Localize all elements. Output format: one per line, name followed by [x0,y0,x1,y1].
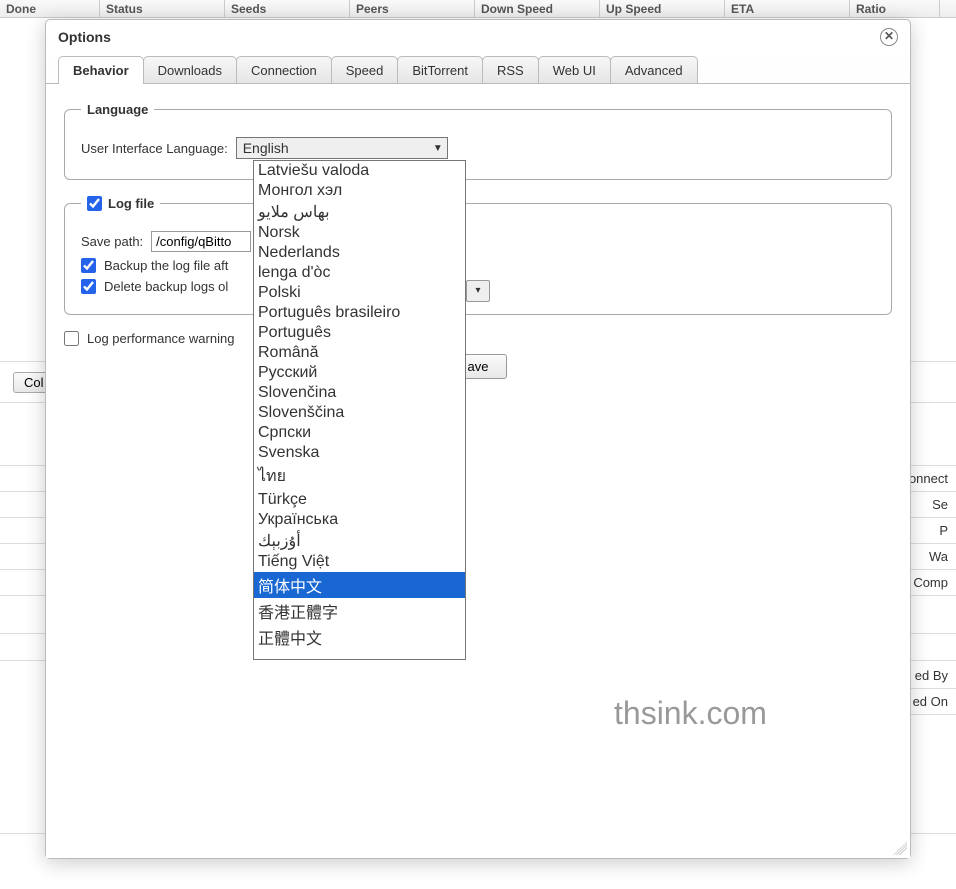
col-downspeed[interactable]: Down Speed [475,0,600,17]
save-path-input[interactable] [151,231,251,252]
logfile-enable-checkbox[interactable] [87,196,102,211]
language-option[interactable]: Српски [254,423,465,443]
tab-behavior[interactable]: Behavior [58,56,144,84]
language-dropdown-list[interactable]: Latviešu valodaМонгол хэлبهاس ملايوNorsk… [253,160,466,660]
logfile-legend: Log file [108,196,154,211]
backup-checkbox[interactable] [81,258,96,273]
col-seeds[interactable]: Seeds [225,0,350,17]
tab-webui[interactable]: Web UI [538,56,611,84]
language-option[interactable]: بهاس ملايو [254,201,465,223]
language-option[interactable]: 正體中文 [254,624,465,650]
dialog-title: Options [58,29,111,45]
language-option[interactable]: Türkçe [254,490,465,510]
tab-connection[interactable]: Connection [236,56,332,84]
period-select[interactable]: ▾ [466,280,490,302]
language-option[interactable]: 简体中文 [254,572,465,598]
close-icon[interactable]: ✕ [880,28,898,46]
col-peers[interactable]: Peers [350,0,475,17]
language-option[interactable]: ไทย [254,463,465,490]
col-ratio[interactable]: Ratio [850,0,940,17]
language-option[interactable]: أۇزبېك [254,530,465,552]
backup-label: Backup the log file aft [104,258,228,273]
info-created-by: ed By [905,663,956,689]
delete-backup-checkbox[interactable] [81,279,96,294]
language-option[interactable]: 香港正體字 [254,598,465,624]
tab-bittorrent[interactable]: BitTorrent [397,56,483,84]
language-label: User Interface Language: [81,141,228,156]
language-option[interactable]: Svenska [254,443,465,463]
save-path-label: Save path: [81,234,143,249]
language-fieldset: Language User Interface Language: Englis… [64,102,892,180]
language-option[interactable]: Polski [254,283,465,303]
tab-content: Language User Interface Language: Englis… [46,83,910,858]
resize-handle[interactable] [893,841,907,855]
col-done[interactable]: Done [0,0,100,17]
col-eta[interactable]: ETA [725,0,850,17]
language-option[interactable]: Slovenčina [254,383,465,403]
delete-backup-label: Delete backup logs ol [104,279,228,294]
language-option[interactable]: lenga d'òc [254,263,465,283]
perf-warning-label: Log performance warning [87,331,234,346]
language-legend: Language [81,102,154,117]
tab-rss[interactable]: RSS [482,56,539,84]
tab-speed[interactable]: Speed [331,56,399,84]
language-option[interactable]: Português brasileiro [254,303,465,323]
language-option[interactable]: Nederlands [254,243,465,263]
table-header: Done Status Seeds Peers Down Speed Up Sp… [0,0,956,18]
col-upspeed[interactable]: Up Speed [600,0,725,17]
language-option[interactable]: Português [254,323,465,343]
tab-bar: Behavior Downloads Connection Speed BitT… [46,56,910,84]
language-selected-value: English [243,140,289,156]
language-option[interactable]: Русский [254,363,465,383]
info-added-on: ed On [905,689,956,715]
options-dialog: Options ✕ Behavior Downloads Connection … [45,19,911,859]
tab-advanced[interactable]: Advanced [610,56,698,84]
language-option[interactable]: Монгол хэл [254,181,465,201]
language-option[interactable]: Slovenščina [254,403,465,423]
col-status[interactable]: Status [100,0,225,17]
language-option[interactable]: Norsk [254,223,465,243]
side-info-panel-2: ed By ed On [905,663,956,715]
language-option[interactable]: Українська [254,510,465,530]
language-select[interactable]: English ▼ [236,137,448,159]
chevron-down-icon: ▼ [433,143,443,154]
language-option[interactable]: Română [254,343,465,363]
language-option[interactable]: Tiếng Việt [254,552,465,572]
language-option[interactable]: Latviešu valoda [254,161,465,181]
perf-warning-checkbox[interactable] [64,331,79,346]
tab-downloads[interactable]: Downloads [143,56,237,84]
